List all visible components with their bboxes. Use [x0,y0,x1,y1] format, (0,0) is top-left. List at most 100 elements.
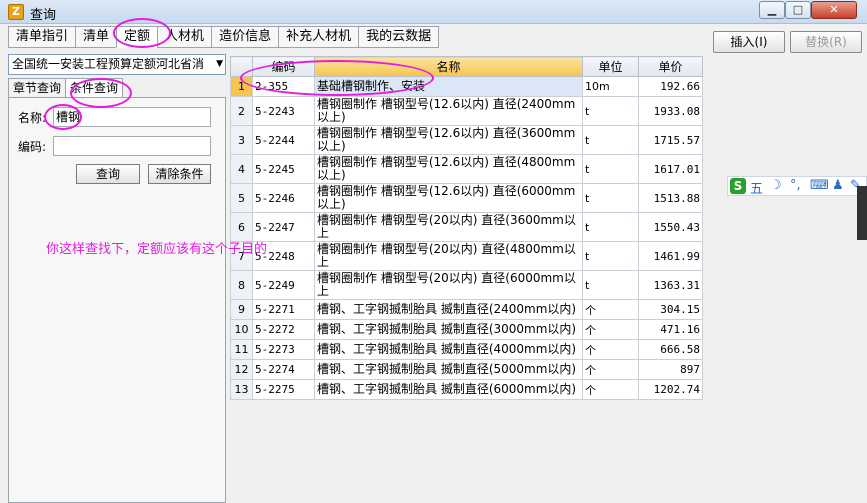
row-number: 8 [230,270,253,300]
row-unit: 个 [582,379,639,400]
row-unit: 个 [582,319,639,340]
row-price: 1363.31 [638,270,703,300]
tab-bill-guide[interactable]: 清单指引 [8,26,76,48]
row-name: 槽钢圈制作 槽钢型号(20以内) 直径(6000mm以上 [314,270,583,300]
maximize-button[interactable]: □ [785,1,811,19]
row-name: 槽钢、工字钢揻制胎具 揻制直径(3000mm以内) [314,319,583,340]
top-tab-bar: 清单指引 清单 定额 人材机 造价信息 补充人材机 我的云数据 [8,26,440,48]
query-button[interactable]: 查询 [76,164,140,184]
code-label: 编码: [18,140,47,154]
table-row[interactable]: 8 5-2249 槽钢圈制作 槽钢型号(20以内) 直径(6000mm以上 t … [230,270,703,300]
table-row[interactable]: 12 5-2274 槽钢、工字钢揻制胎具 揻制直径(5000mm以内) 个 89… [230,359,703,380]
row-unit: t [582,183,639,213]
table-row[interactable]: 9 5-2271 槽钢、工字钢揻制胎具 揻制直径(2400mm以内) 个 304… [230,299,703,320]
row-code: 5-2273 [252,339,315,360]
row-code: 5-2271 [252,299,315,320]
punctuation-icon[interactable]: °, [790,178,801,193]
table-row[interactable]: 11 5-2273 槽钢、工字钢揻制胎具 揻制直径(4000mm以内) 个 66… [230,339,703,360]
annotation-comment: 你这样查找下，定额应该有这个子目的 [46,242,268,257]
header-unit[interactable]: 单位 [582,56,639,77]
keyboard-icon[interactable]: ⌨ [810,178,829,193]
name-label: 名称: [18,111,47,125]
row-unit: t [582,125,639,155]
row-unit: t [582,212,639,242]
clear-conditions-button[interactable]: 清除条件 [148,164,211,184]
row-name: 槽钢、工字钢揻制胎具 揻制直径(5000mm以内) [314,359,583,380]
insert-button[interactable]: 插入(I) [713,31,785,53]
row-unit: t [582,96,639,126]
table-row[interactable]: 5 5-2246 槽钢圈制作 槽钢型号(12.6以内) 直径(6000mm以上)… [230,183,703,213]
row-code: 5-2246 [252,183,315,213]
row-number: 12 [230,359,253,380]
row-price: 1513.88 [638,183,703,213]
header-price[interactable]: 单价 [638,56,703,77]
row-number: 10 [230,319,253,340]
tab-bill[interactable]: 清单 [75,26,117,48]
row-code: 5-2249 [252,270,315,300]
table-row[interactable]: 2 5-2243 槽钢圈制作 槽钢型号(12.6以内) 直径(2400mm以上)… [230,96,703,126]
row-code: 5-2272 [252,319,315,340]
row-price: 1202.74 [638,379,703,400]
row-code: 5-2243 [252,96,315,126]
row-name: 槽钢圈制作 槽钢型号(12.6以内) 直径(2400mm以上) [314,96,583,126]
row-number: 3 [230,125,253,155]
row-price: 304.15 [638,299,703,320]
row-name: 槽钢圈制作 槽钢型号(20以内) 直径(3600mm以上 [314,212,583,242]
row-code: 5-2244 [252,125,315,155]
ime-mode[interactable]: 五 [750,178,763,197]
row-name: 槽钢圈制作 槽钢型号(12.6以内) 直径(6000mm以上) [314,183,583,213]
row-price: 1933.08 [638,96,703,126]
table-row[interactable]: 7 5-2248 槽钢圈制作 槽钢型号(20以内) 直径(4800mm以上 t … [230,241,703,271]
side-strip [857,186,867,240]
row-number: 4 [230,154,253,184]
row-name: 槽钢圈制作 槽钢型号(20以内) 直径(4800mm以上 [314,241,583,271]
tab-cost-info[interactable]: 造价信息 [211,26,279,48]
code-input[interactable] [53,136,211,156]
chevron-down-icon[interactable]: ▼ [216,55,223,74]
quota-results-table: 编码 名称 单位 单价 1 2-355 基础槽钢制作、安装 10m 192.66… [230,56,703,400]
row-price: 192.66 [638,76,703,97]
row-name: 槽钢圈制作 槽钢型号(12.6以内) 直径(3600mm以上) [314,125,583,155]
sogou-logo-icon[interactable]: S [730,178,746,194]
row-price: 1461.99 [638,241,703,271]
row-price: 1715.57 [638,125,703,155]
annotation-circle-condition-tab [70,78,132,108]
row-code: 5-2274 [252,359,315,380]
row-price: 897 [638,359,703,380]
replace-button[interactable]: 替换(R) [790,31,862,53]
tab-supplementary[interactable]: 补充人材机 [278,26,359,48]
row-name: 槽钢、工字钢揻制胎具 揻制直径(4000mm以内) [314,339,583,360]
row-number: 2 [230,96,253,126]
annotation-circle-name-value [44,104,82,130]
row-unit: t [582,241,639,271]
row-unit: 个 [582,339,639,360]
row-code: 5-2275 [252,379,315,400]
table-row[interactable]: 10 5-2272 槽钢、工字钢揻制胎具 揻制直径(3000mm以内) 个 47… [230,319,703,340]
tab-chapter-search[interactable]: 章节查询 [8,78,66,98]
table-row[interactable]: 6 5-2247 槽钢圈制作 槽钢型号(20以内) 直径(3600mm以上 t … [230,212,703,242]
row-unit: 个 [582,299,639,320]
moon-icon[interactable]: ☽ [770,178,782,193]
dropdown-value: 全国统一安装工程预算定额河北省消 [12,57,205,71]
table-row[interactable]: 13 5-2275 槽钢、工字钢揻制胎具 揻制直径(6000mm以内) 个 12… [230,379,703,400]
table-row[interactable]: 3 5-2244 槽钢圈制作 槽钢型号(12.6以内) 直径(3600mm以上)… [230,125,703,155]
row-unit: 10m [582,76,639,97]
row-code: 5-2245 [252,154,315,184]
row-unit: 个 [582,359,639,380]
annotation-circle-first-row [240,60,434,96]
annotation-circle-quota-tab [113,18,171,48]
tab-cloud-data[interactable]: 我的云数据 [358,26,440,48]
window-title: 查询 [30,8,57,23]
user-icon[interactable]: ♟ [832,178,844,193]
row-unit: t [582,270,639,300]
row-number: 9 [230,299,253,320]
row-price: 471.16 [638,319,703,340]
ime-toolbar[interactable]: S 五 ☽ °, ⌨ ♟ ✎ [727,176,867,197]
left-panel: 全国统一安装工程预算定额河北省消 ▼ 章节查询 条件查询 名称: 槽钢 编码: … [8,52,226,503]
table-row[interactable]: 4 5-2245 槽钢圈制作 槽钢型号(12.6以内) 直径(4800mm以上)… [230,154,703,184]
minimize-button[interactable]: ▁ [759,1,785,19]
close-button[interactable]: ✕ [811,1,857,19]
row-price: 1550.43 [638,212,703,242]
quota-library-dropdown[interactable]: 全国统一安装工程预算定额河北省消 ▼ [8,54,226,75]
condition-form: 名称: 槽钢 编码: 查询 清除条件 [8,97,226,503]
